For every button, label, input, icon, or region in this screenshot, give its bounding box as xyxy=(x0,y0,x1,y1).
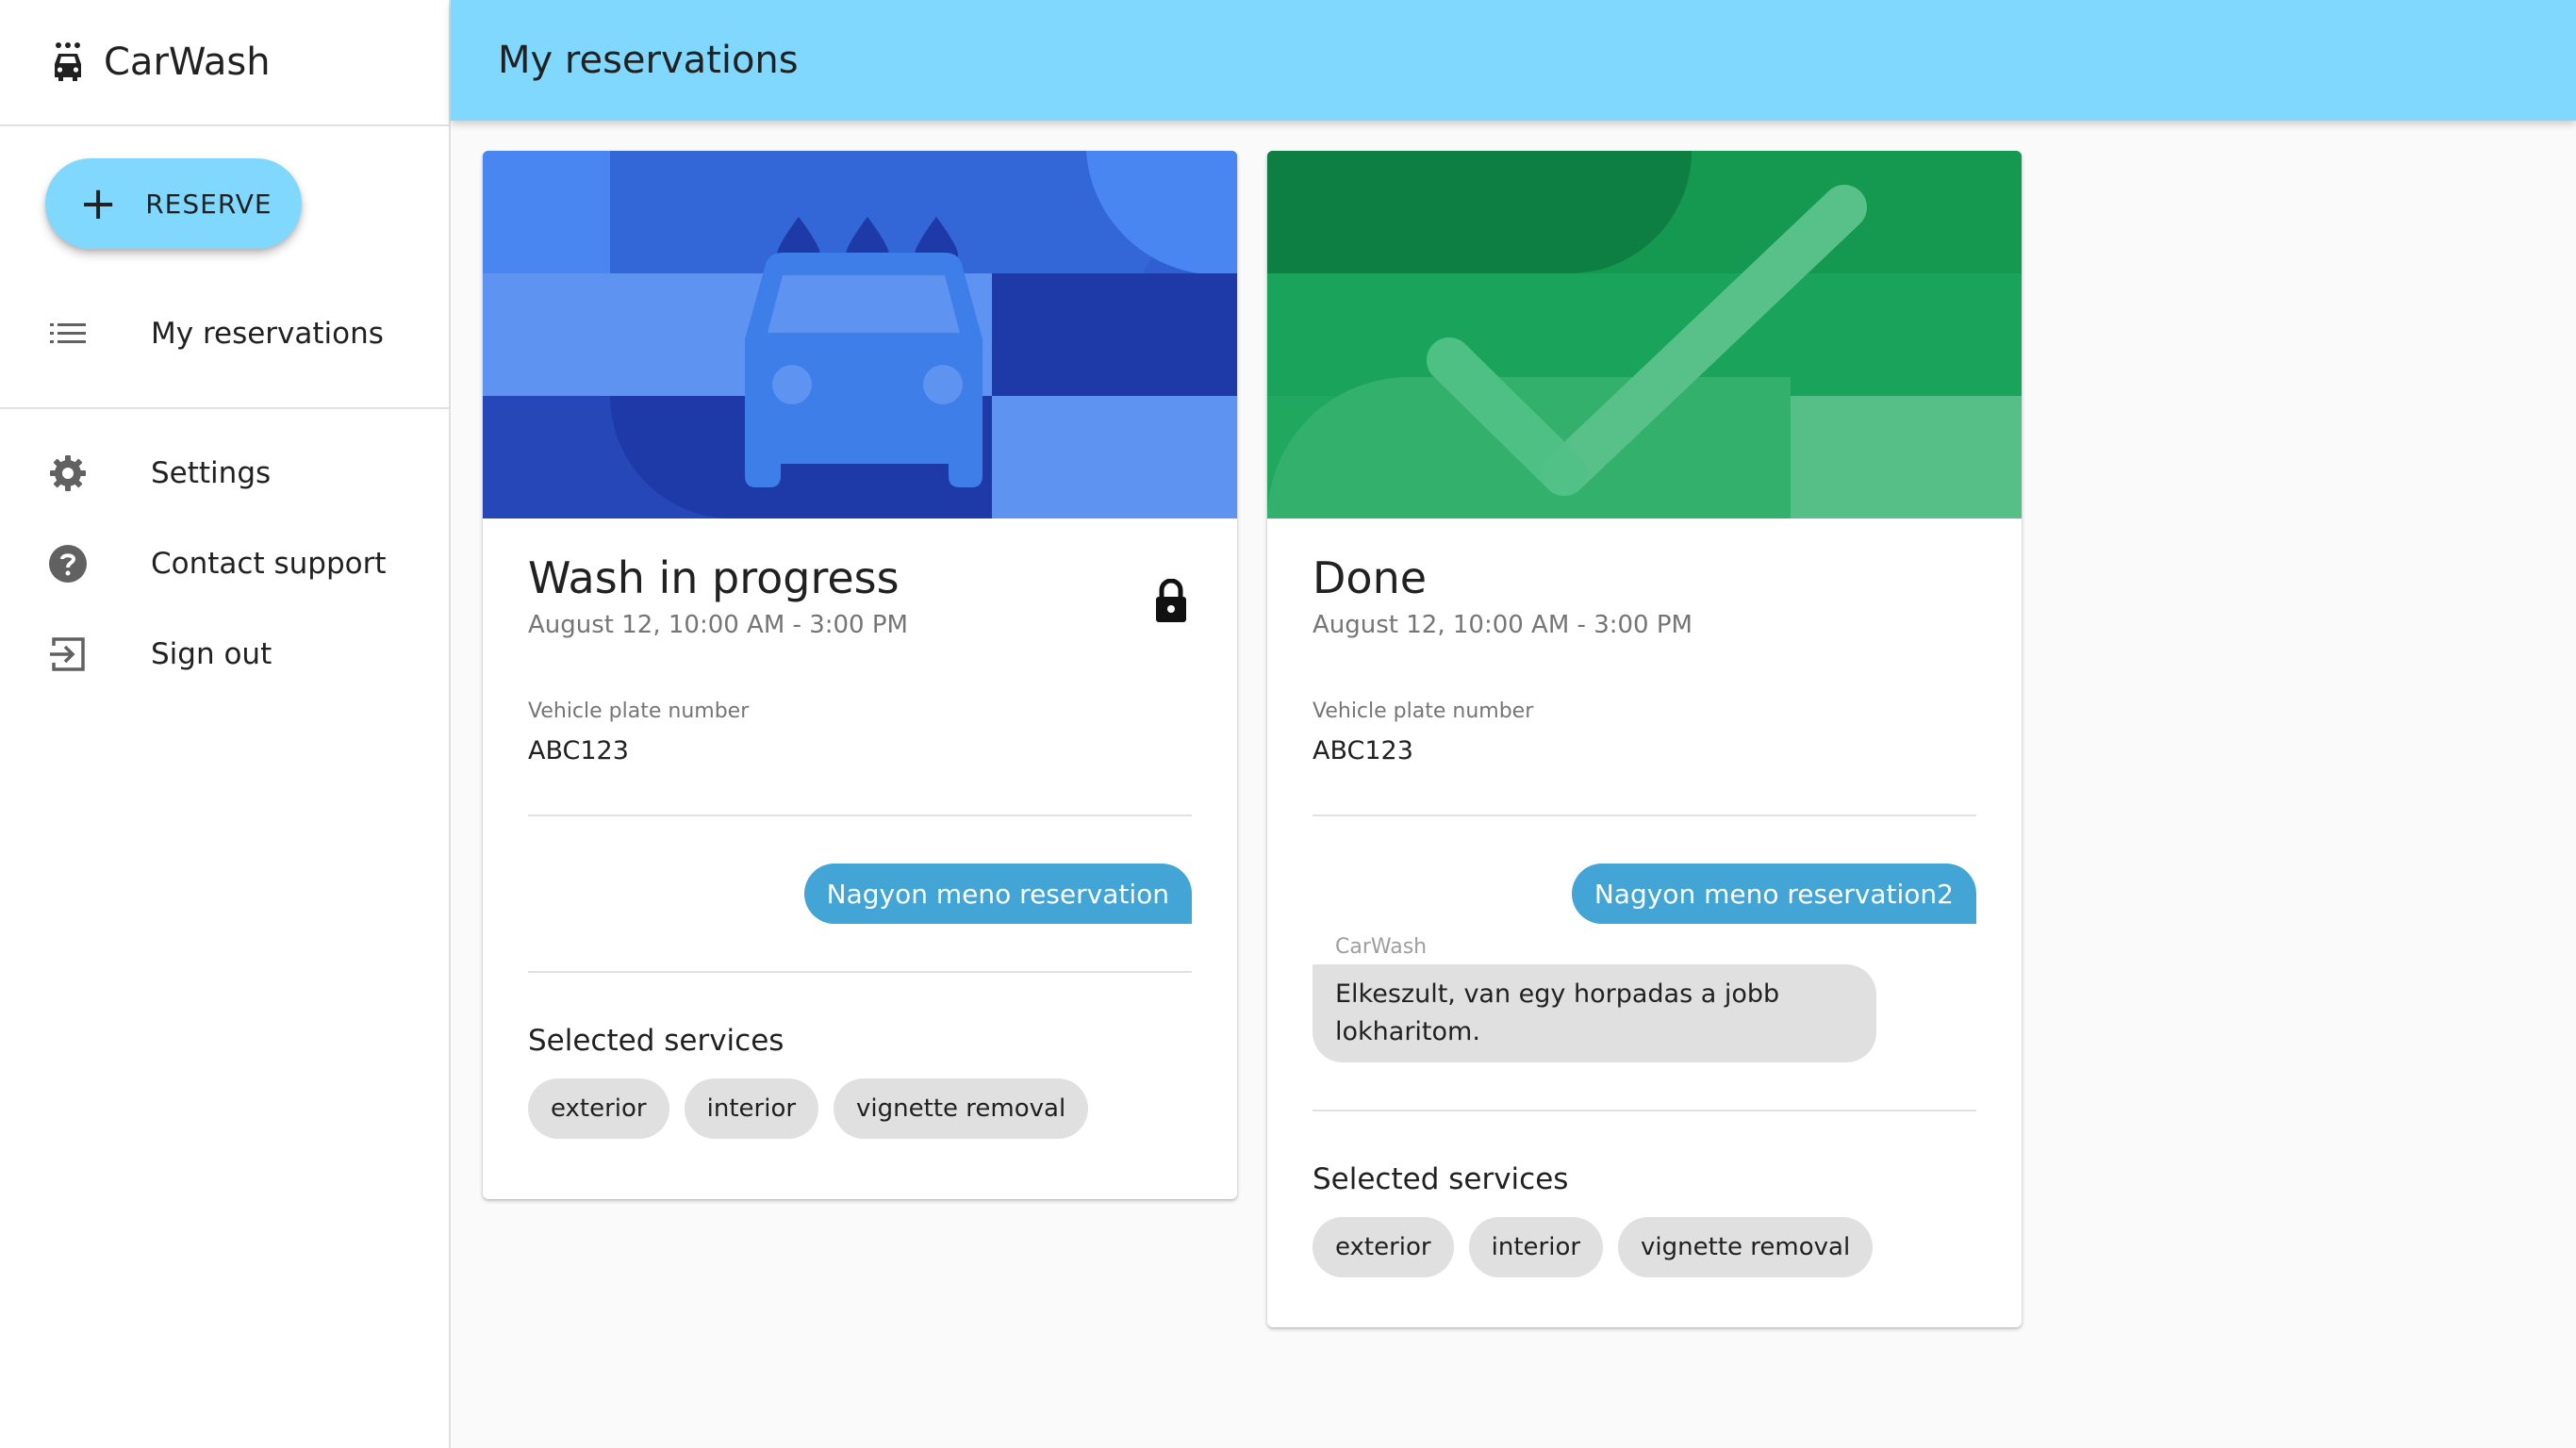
service-chip: exterior xyxy=(528,1078,669,1139)
sidebar-item-label: Settings xyxy=(151,456,272,490)
service-chip: exterior xyxy=(1313,1217,1454,1277)
app-name: CarWash xyxy=(104,41,271,84)
sidebar-item-label: Sign out xyxy=(151,637,272,671)
services-chip-list: exterior interior vignette removal xyxy=(528,1078,1192,1139)
services-chip-list: exterior interior vignette removal xyxy=(1313,1217,1976,1277)
sidebar-item-label: My reservations xyxy=(151,317,384,351)
sidebar-item-settings[interactable]: Settings xyxy=(0,428,449,518)
reservation-card[interactable]: Done August 12, 10:00 AM - 3:00 PM Vehic… xyxy=(1267,151,2022,1327)
sidebar-item-my-reservations[interactable]: My reservations xyxy=(0,288,449,379)
sign-out-icon xyxy=(47,634,89,675)
divider xyxy=(528,814,1192,816)
navigation-drawer: CarWash + RESERVE My reservations Settin… xyxy=(0,0,451,1448)
reserve-label: RESERVE xyxy=(145,188,272,220)
reservation-time: August 12, 10:00 AM - 3:00 PM xyxy=(1313,611,1693,639)
list-icon xyxy=(47,313,89,354)
reply-sender: CarWash xyxy=(1335,935,1428,959)
divider xyxy=(1313,1110,1976,1111)
wash-in-progress-illustration xyxy=(483,151,1237,518)
plate-value: ABC123 xyxy=(1313,736,1413,765)
own-message-bubble: Nagyon meno reservation2 xyxy=(1571,864,1976,924)
reservation-time: August 12, 10:00 AM - 3:00 PM xyxy=(528,611,908,639)
divider xyxy=(528,971,1192,973)
sidebar-item-contact-support[interactable]: Contact support xyxy=(0,518,449,609)
plate-value: ABC123 xyxy=(528,736,629,765)
lock-icon[interactable] xyxy=(1154,579,1188,622)
reservation-card[interactable]: Wash in progress August 12, 10:00 AM - 3… xyxy=(483,151,1237,1199)
reply-message-bubble: Elkeszult, van egy horpadas a jobb lokha… xyxy=(1313,964,1876,1062)
service-chip: interior xyxy=(684,1078,819,1139)
gear-icon xyxy=(47,452,89,494)
reservation-status: Wash in progress xyxy=(528,552,900,603)
sidebar-item-label: Contact support xyxy=(151,547,387,581)
service-chip: vignette removal xyxy=(1618,1217,1874,1277)
own-message-bubble: Nagyon meno reservation xyxy=(803,864,1192,924)
divider xyxy=(1313,814,1976,816)
reservation-status: Done xyxy=(1313,552,1428,603)
done-illustration xyxy=(1267,151,2022,518)
app-brand[interactable]: CarWash xyxy=(0,0,449,126)
reserve-button[interactable]: + RESERVE xyxy=(45,158,302,249)
help-icon xyxy=(47,543,89,584)
plus-icon: + xyxy=(79,177,118,230)
app-bar: My reservations xyxy=(451,0,2576,121)
car-wash-icon xyxy=(55,42,81,81)
plate-label: Vehicle plate number xyxy=(528,699,750,723)
service-chip: vignette removal xyxy=(834,1078,1089,1139)
services-title: Selected services xyxy=(1313,1162,1569,1196)
services-title: Selected services xyxy=(528,1024,784,1058)
plate-label: Vehicle plate number xyxy=(1313,699,1534,723)
service-chip: interior xyxy=(1468,1217,1604,1277)
nav-divider xyxy=(0,407,449,409)
sidebar-item-sign-out[interactable]: Sign out xyxy=(0,609,449,699)
page-title: My reservations xyxy=(498,39,799,82)
